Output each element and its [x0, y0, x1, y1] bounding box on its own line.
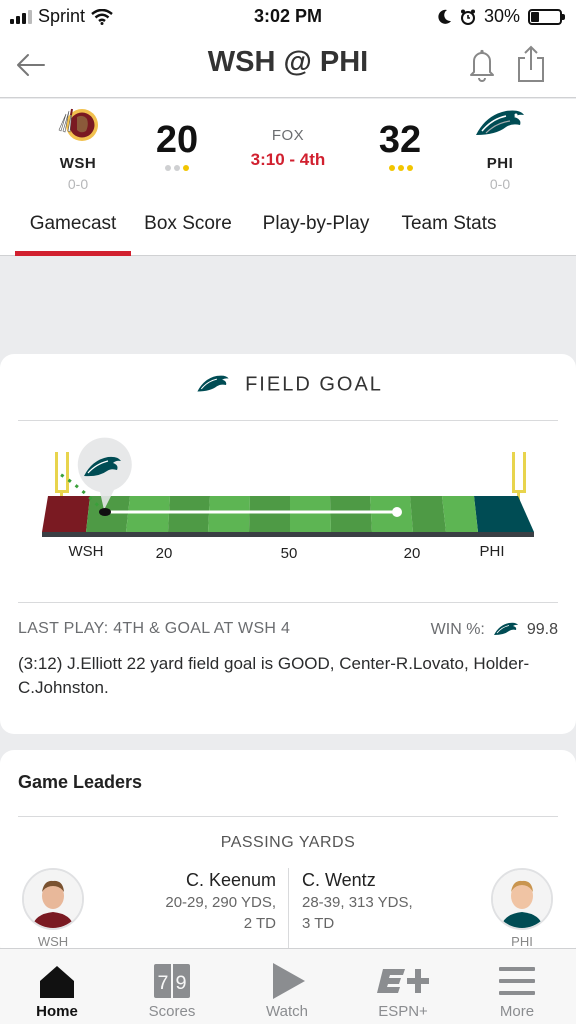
game-status: FOX 3:10 - 4th — [200, 127, 376, 170]
field-yard-right: 20 — [404, 545, 421, 562]
network-label: FOX — [271, 127, 305, 144]
player-headshot-icon — [493, 870, 551, 928]
away-team[interactable]: WSH 0-0 — [38, 105, 118, 192]
nav-label: Home — [36, 1003, 78, 1020]
status-right: 30% — [438, 6, 565, 27]
drive-end-marker — [392, 507, 402, 517]
status-bar: Sprint 3:02 PM 30% — [0, 0, 576, 34]
timeout-dot — [165, 165, 171, 171]
field-yard-left: 20 — [156, 545, 173, 562]
field-left-team: WSH — [69, 543, 104, 560]
nav-espn-plus[interactable]: ESPN+ — [353, 949, 453, 1024]
bottom-tab-bar: Home 7 9 Scores Watch ESPN+ More — [0, 948, 576, 1024]
nav-scores[interactable]: 7 9 Scores — [122, 949, 222, 1024]
nav-watch[interactable]: Watch — [237, 949, 337, 1024]
home-timeouts — [389, 165, 413, 171]
divider — [288, 868, 289, 948]
away-timeouts — [165, 165, 189, 171]
field-edge — [42, 532, 534, 537]
tab-team-stats[interactable]: Team Stats — [391, 211, 507, 255]
leader-name[interactable]: C. Keenum — [186, 870, 276, 891]
nav-label: ESPN+ — [378, 1003, 428, 1020]
timeout-dot — [389, 165, 395, 171]
away-score: 20 — [155, 119, 199, 161]
player-headshot-icon — [24, 870, 82, 928]
leader-stat-line: 28-39, 313 YDS, — [302, 894, 413, 911]
divider — [18, 602, 558, 603]
leader-team: WSH — [37, 934, 69, 949]
timeout-dot — [174, 165, 180, 171]
moon-icon — [438, 9, 451, 24]
leader-stat-line: 20-29, 290 YDS, — [165, 894, 276, 911]
field-yard-mid: 50 — [281, 545, 298, 562]
tab-box-score[interactable]: Box Score — [138, 211, 238, 255]
away-record: 0-0 — [67, 176, 89, 192]
play-type-heading: FIELD GOAL — [0, 372, 576, 398]
home-abbr: PHI — [486, 155, 514, 172]
game-header: WSH @ PHI — [0, 34, 576, 98]
timeout-dot — [407, 165, 413, 171]
home-endzone — [474, 496, 534, 532]
leader-team: PHI — [511, 934, 533, 949]
away-abbr: WSH — [59, 155, 97, 172]
play-description: (3:12) J.Elliott 22 yard field goal is G… — [18, 654, 530, 697]
win-probability: WIN %: 99.8 — [431, 620, 558, 640]
home-icon — [40, 966, 74, 998]
avatar[interactable] — [491, 868, 553, 930]
svg-text:9: 9 — [175, 973, 187, 996]
win-value: 99.8 — [526, 621, 558, 638]
last-play-card[interactable]: FIELD GOAL WSH 20 50 20 PHI LAST PLAY: 4… — [0, 354, 576, 734]
game-leaders-card: Game Leaders PASSING YARDS WSH C. Keenum… — [0, 750, 576, 960]
eagles-logo-icon — [476, 110, 524, 135]
avatar[interactable] — [22, 868, 84, 930]
bell-icon[interactable] — [464, 44, 500, 84]
section-title: Game Leaders — [18, 772, 143, 792]
field-right-team: PHI — [479, 543, 504, 560]
battery-icon — [528, 8, 565, 25]
leader-stats: 20-29, 290 YDS, 2 TD — [136, 892, 276, 934]
field-stripes — [86, 496, 478, 532]
redskins-logo-icon — [58, 108, 98, 141]
home-record: 0-0 — [489, 176, 511, 192]
away-endzone — [42, 496, 90, 532]
timeout-dot — [183, 165, 189, 171]
football-icon — [99, 508, 111, 516]
espn-plus-icon — [377, 969, 429, 993]
eagles-logo-icon — [493, 622, 518, 635]
leader-stats: 28-39, 313 YDS, 3 TD — [302, 892, 442, 934]
battery-percent: 30% — [483, 6, 520, 26]
tab-play-by-play[interactable]: Play-by-Play — [252, 211, 380, 255]
game-clock: 3:10 - 4th — [250, 150, 326, 169]
divider — [18, 420, 558, 421]
scores-icon: 7 9 — [154, 964, 190, 998]
scoreboard: WSH 0-0 20 FOX 3:10 - 4th 32 PHI 0-0 Gam… — [0, 99, 576, 256]
timeout-dot — [398, 165, 404, 171]
nav-label: Scores — [148, 1003, 196, 1020]
game-tabs: Gamecast Box Score Play-by-Play Team Sta… — [0, 207, 576, 256]
share-icon[interactable] — [514, 44, 548, 84]
play-icon — [273, 963, 305, 999]
play-type-title: FIELD GOAL — [245, 373, 383, 396]
win-label: WIN %: — [430, 621, 485, 638]
home-team[interactable]: PHI 0-0 — [460, 105, 540, 192]
last-play-label: LAST PLAY: 4TH & GOAL AT WSH 4 — [18, 620, 291, 637]
nav-label: More — [499, 1003, 535, 1020]
leader-stat-line: 3 TD — [302, 915, 335, 932]
home-score: 32 — [378, 119, 422, 161]
nav-more[interactable]: More — [467, 949, 567, 1024]
leader-stat-line: 2 TD — [243, 915, 276, 932]
divider — [18, 816, 558, 817]
alarm-icon — [460, 9, 475, 25]
nav-home[interactable]: Home — [7, 949, 107, 1024]
svg-text:7: 7 — [157, 973, 169, 996]
menu-icon — [499, 967, 535, 995]
field-diagram: WSH 20 50 20 PHI — [42, 437, 534, 562]
leader-name[interactable]: C. Wentz — [302, 870, 376, 891]
tab-gamecast[interactable]: Gamecast — [15, 211, 131, 256]
leader-category: PASSING YARDS — [220, 834, 356, 851]
eagles-logo-icon — [197, 375, 229, 392]
nav-label: Watch — [266, 1003, 308, 1020]
